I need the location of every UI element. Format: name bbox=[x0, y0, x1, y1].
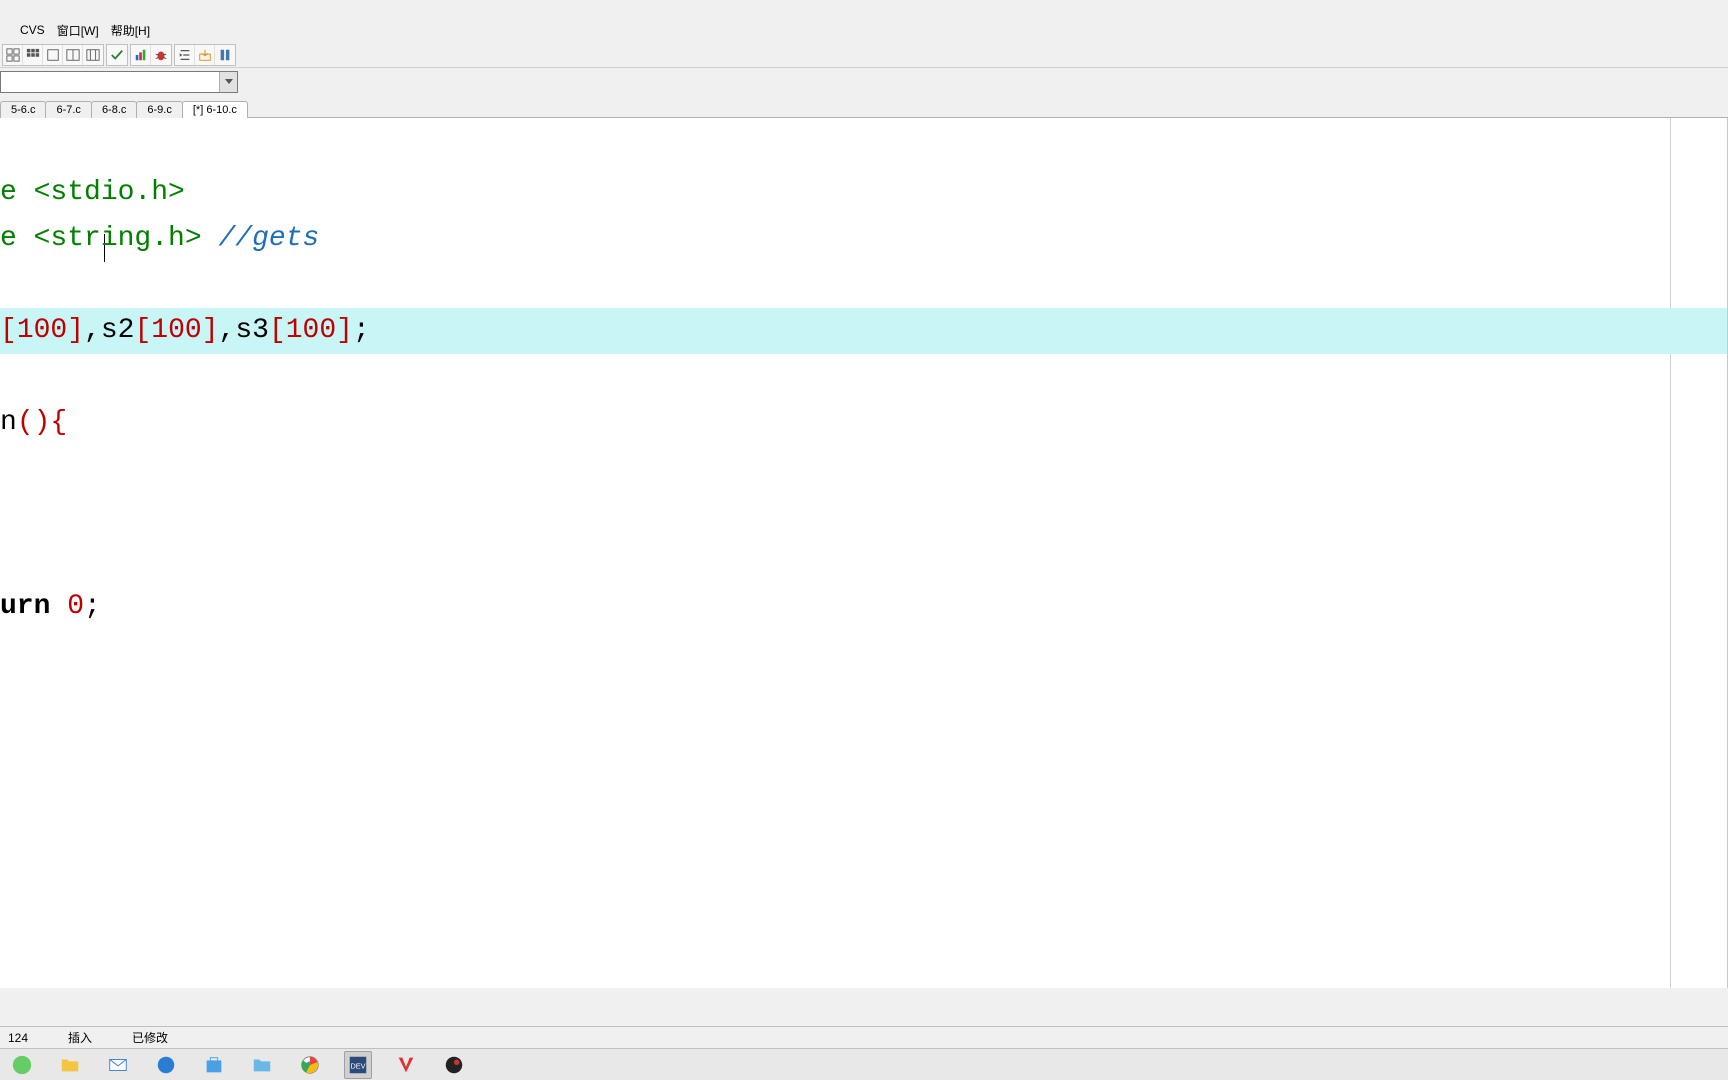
code-token: ,s3 bbox=[219, 315, 269, 346]
bug-icon[interactable] bbox=[151, 45, 171, 65]
menu-item-help[interactable]: 帮助[H] bbox=[105, 20, 156, 41]
code-token: 100 bbox=[17, 315, 67, 346]
grid2-icon[interactable] bbox=[23, 45, 43, 65]
toolbar bbox=[0, 42, 1728, 68]
inbox-icon[interactable] bbox=[195, 45, 215, 65]
grid-icon[interactable] bbox=[3, 45, 23, 65]
status-position: 124 bbox=[8, 1031, 28, 1045]
code-token: n bbox=[0, 407, 17, 438]
code-token: e bbox=[0, 177, 17, 208]
files-icon[interactable] bbox=[56, 1051, 84, 1079]
chevron-down-icon[interactable] bbox=[219, 72, 237, 92]
code-token: 100 bbox=[286, 315, 336, 346]
tab-6-10[interactable]: [*] 6-10.c bbox=[182, 101, 248, 118]
svg-text:DEV: DEV bbox=[350, 1061, 365, 1070]
chart-icon[interactable] bbox=[131, 45, 151, 65]
code-token: ] bbox=[67, 315, 84, 346]
file-tabs: 5-6.c 6-7.c 6-8.c 6-9.c [*] 6-10.c bbox=[0, 96, 1728, 118]
taskbar: DEV bbox=[0, 1048, 1728, 1080]
code-token: e bbox=[0, 223, 17, 254]
scope-combo[interactable] bbox=[0, 71, 238, 93]
edge-icon[interactable] bbox=[152, 1051, 180, 1079]
status-modified: 已修改 bbox=[132, 1029, 168, 1046]
code-token: 100 bbox=[151, 315, 201, 346]
combo-row bbox=[0, 68, 1728, 96]
panel2-icon[interactable] bbox=[83, 45, 103, 65]
code-token: ] bbox=[336, 315, 353, 346]
start-icon[interactable] bbox=[8, 1051, 36, 1079]
code-token: urn bbox=[0, 591, 50, 622]
code-token bbox=[50, 591, 67, 622]
explorer-icon[interactable] bbox=[248, 1051, 276, 1079]
code-token: (){ bbox=[17, 407, 67, 438]
obs-icon[interactable] bbox=[440, 1051, 468, 1079]
code-token: ,s2 bbox=[84, 315, 134, 346]
tab-6-9[interactable]: 6-9.c bbox=[136, 101, 182, 118]
square-icon[interactable] bbox=[43, 45, 63, 65]
status-insert-mode: 插入 bbox=[68, 1029, 92, 1046]
menu-item-window[interactable]: 窗口[W] bbox=[51, 20, 105, 41]
indent-icon[interactable] bbox=[175, 45, 195, 65]
code-token: 0 bbox=[67, 591, 84, 622]
code-token: [ bbox=[134, 315, 151, 346]
code-token: [ bbox=[0, 315, 17, 346]
panel-icon[interactable] bbox=[63, 45, 83, 65]
check-icon[interactable] bbox=[107, 45, 127, 65]
mail-icon[interactable] bbox=[104, 1051, 132, 1079]
tab-6-7[interactable]: 6-7.c bbox=[45, 101, 91, 118]
code-content: e <stdio.h> e <string.h> //gets [100],s2… bbox=[0, 118, 1727, 676]
menu-item-cvs[interactable]: CVS bbox=[14, 21, 51, 39]
column-icon[interactable] bbox=[215, 45, 235, 65]
tab-6-8[interactable]: 6-8.c bbox=[91, 101, 137, 118]
menu-bar: CVS 窗口[W] 帮助[H] bbox=[0, 18, 1728, 42]
store-icon[interactable] bbox=[200, 1051, 228, 1079]
code-token: <stdio.h> bbox=[17, 177, 185, 208]
code-token: [ bbox=[269, 315, 286, 346]
code-token: <string.h> bbox=[17, 223, 202, 254]
code-editor[interactable]: e <stdio.h> e <string.h> //gets [100],s2… bbox=[0, 118, 1728, 988]
menu-item-unknown[interactable] bbox=[2, 28, 14, 32]
tab-5-6[interactable]: 5-6.c bbox=[0, 101, 46, 118]
chrome-icon[interactable] bbox=[296, 1051, 324, 1079]
code-token: ] bbox=[202, 315, 219, 346]
devcpp-icon[interactable]: DEV bbox=[344, 1051, 372, 1079]
code-token: ; bbox=[353, 315, 370, 346]
status-bar: 124 插入 已修改 bbox=[0, 1026, 1728, 1048]
code-token: //gets bbox=[202, 223, 320, 254]
code-token: ; bbox=[84, 591, 101, 622]
wps-icon[interactable] bbox=[392, 1051, 420, 1079]
